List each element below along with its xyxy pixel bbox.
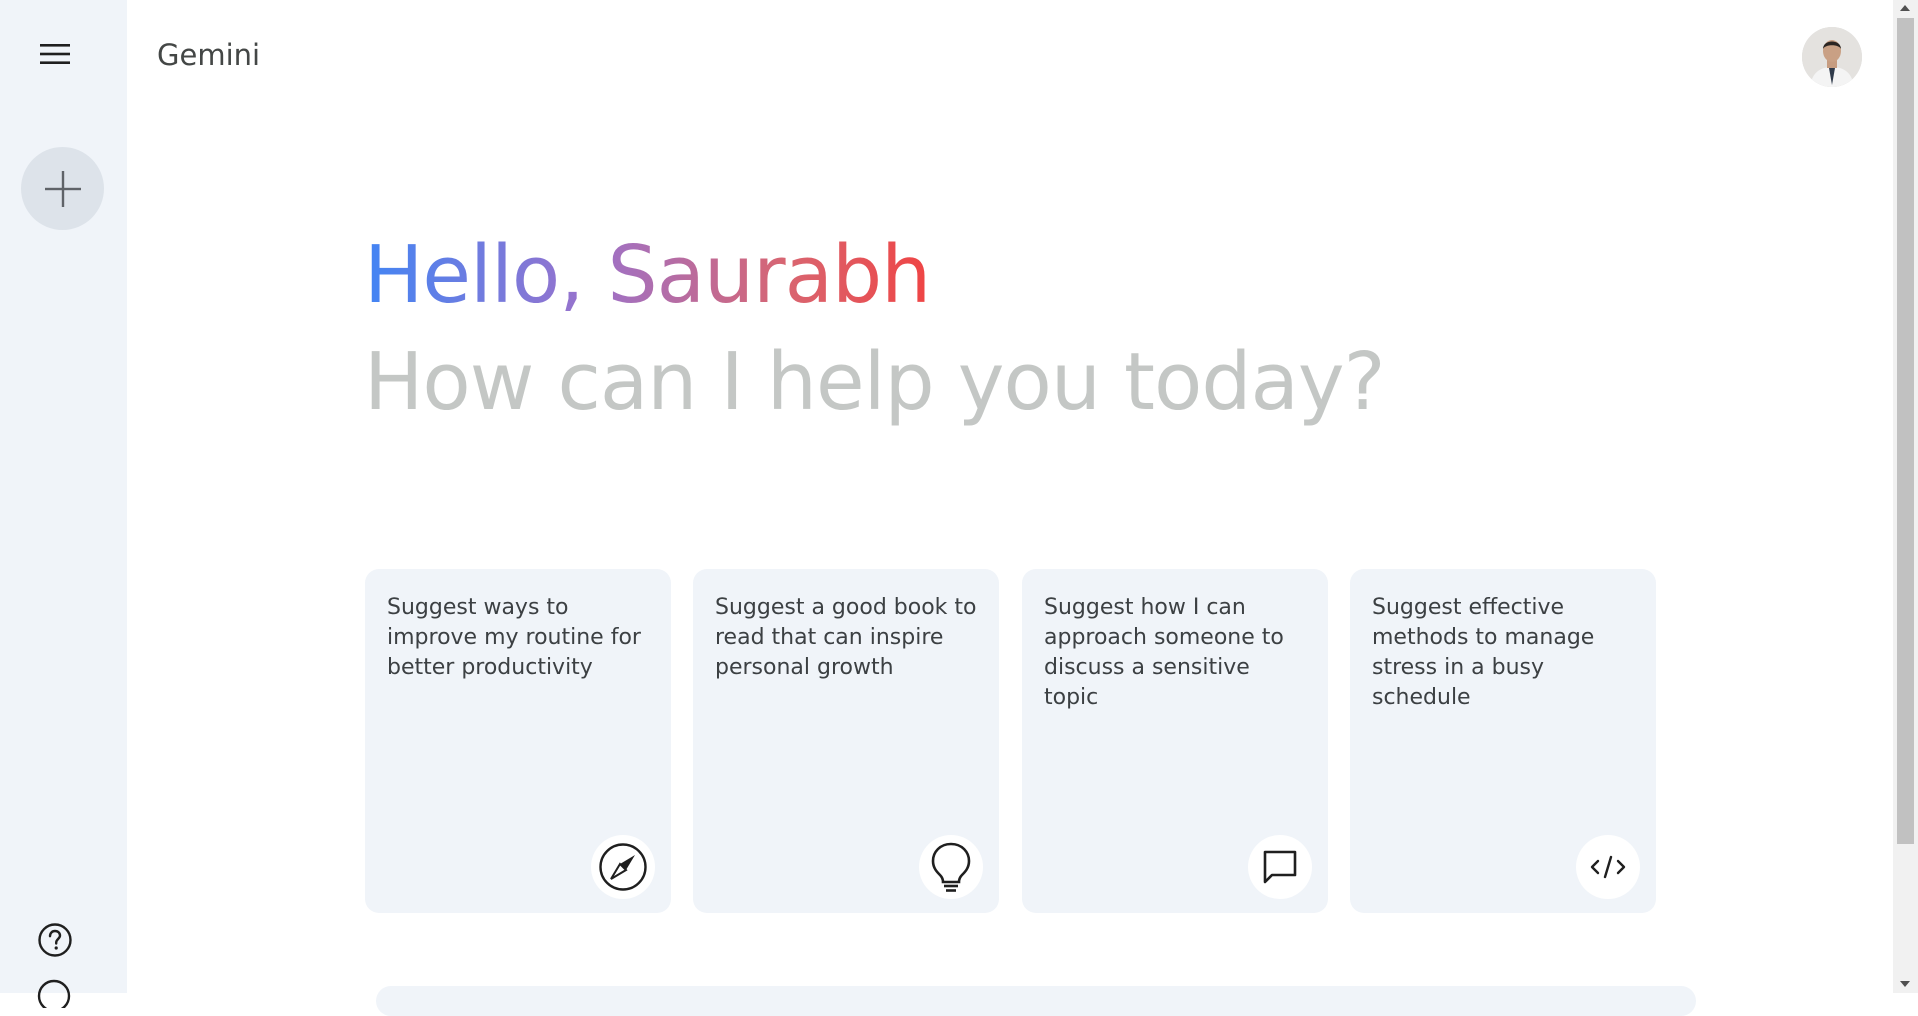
avatar[interactable] — [1802, 27, 1862, 87]
activity-button[interactable] — [36, 978, 72, 1008]
compass-icon — [599, 843, 647, 891]
suggestion-icon-holder — [1248, 835, 1312, 899]
scroll-thumb[interactable] — [1897, 18, 1914, 844]
suggestion-card[interactable]: Suggest a good book to read that can ins… — [693, 569, 999, 913]
menu-button[interactable] — [30, 34, 80, 74]
suggestion-icon-holder — [919, 835, 983, 899]
suggestion-text: Suggest a good book to read that can ins… — [715, 595, 977, 680]
new-chat-button[interactable] — [21, 147, 104, 230]
vertical-scrollbar[interactable] — [1893, 0, 1918, 993]
suggestion-card[interactable]: Suggest how I can approach someone to di… — [1022, 569, 1328, 913]
help-circle-icon — [38, 923, 72, 957]
scroll-down-arrow-icon[interactable] — [1900, 981, 1910, 987]
greeting-title: Hello, Saurabh — [364, 225, 931, 325]
app-title: Gemini — [157, 38, 261, 72]
code-icon — [1590, 855, 1626, 879]
suggestion-icon-holder — [591, 835, 655, 899]
greeting-subtitle: How can I help you today? — [364, 336, 1386, 428]
suggestion-text: Suggest how I can approach someone to di… — [1044, 595, 1284, 710]
sidebar — [0, 0, 127, 1008]
lightbulb-icon — [931, 842, 971, 892]
help-button[interactable] — [33, 918, 77, 962]
scroll-up-arrow-icon[interactable] — [1900, 5, 1910, 11]
suggestion-text: Suggest effective methods to manage stre… — [1372, 595, 1595, 710]
prompt-input-bar[interactable] — [376, 986, 1696, 1016]
suggestion-text: Suggest ways to improve my routine for b… — [387, 595, 641, 680]
plus-icon — [44, 170, 81, 207]
chat-bubble-icon — [1263, 850, 1297, 884]
suggestion-icon-holder — [1576, 835, 1640, 899]
history-icon — [37, 979, 71, 1008]
suggestion-card[interactable]: Suggest ways to improve my routine for b… — [365, 569, 671, 913]
suggestion-card[interactable]: Suggest effective methods to manage stre… — [1350, 569, 1656, 913]
user-avatar-image — [1802, 27, 1862, 87]
hamburger-menu-icon — [40, 44, 70, 64]
